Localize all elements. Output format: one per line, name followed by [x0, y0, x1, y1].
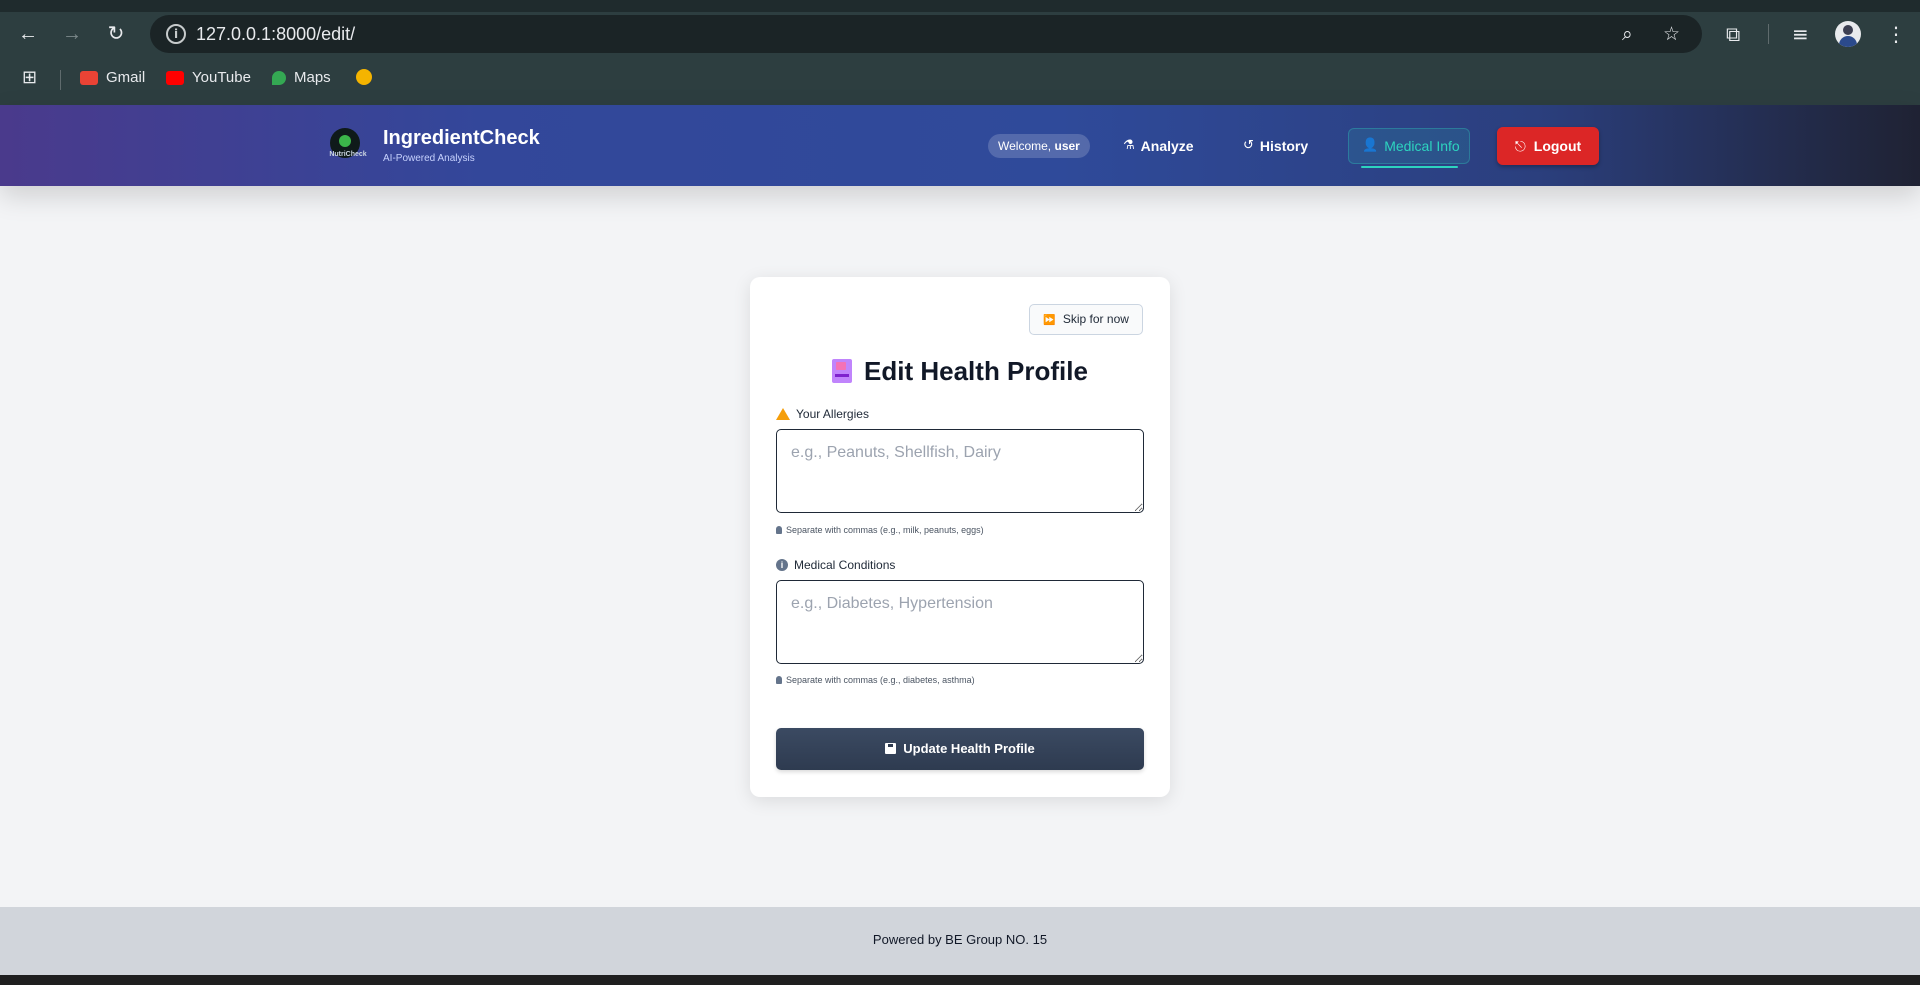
nav-history[interactable]: ↺ History	[1243, 133, 1308, 159]
info-icon: i	[776, 559, 788, 571]
conditions-hint: Separate with commas (e.g., diabetes, as…	[776, 675, 975, 685]
site-info-icon[interactable]: i	[166, 24, 186, 44]
welcome-badge: Welcome, user	[988, 134, 1090, 158]
bookmark-extra[interactable]	[356, 69, 372, 85]
logout-button[interactable]: ⎋ Logout	[1497, 127, 1599, 165]
tab-strip	[0, 0, 1920, 12]
browser-chrome: ← → ↻ i 127.0.0.1:8000/edit/ ⌕ ☆ ⧉ ≡ ⋮ ⊞…	[0, 0, 1920, 105]
bookmarks-bar: ⊞ Gmail YouTube Maps	[0, 64, 1920, 94]
conditions-input[interactable]	[776, 580, 1144, 664]
bookmark-label: YouTube	[192, 69, 251, 86]
skip-button[interactable]: ⏩ Skip for now	[1029, 304, 1143, 335]
bookmark-label: Maps	[294, 69, 331, 86]
warning-icon	[776, 408, 790, 420]
bookmark-gmail[interactable]: Gmail	[80, 69, 145, 86]
nav-active-underline	[1361, 166, 1458, 168]
bookmark-favicon-icon	[356, 69, 372, 85]
nav-medical-info-label: Medical Info	[1384, 138, 1460, 154]
nav-analyze[interactable]: ⚗ Analyze	[1123, 133, 1194, 159]
media-control-icon[interactable]: ≡	[1792, 22, 1809, 46]
youtube-icon	[166, 70, 184, 85]
nav-history-label: History	[1259, 138, 1309, 154]
user-md-icon: 👤	[1362, 138, 1379, 153]
bookmark-divider	[60, 70, 61, 90]
allergies-label: Your Allergies	[776, 407, 869, 421]
footer-text: Powered by BE Group NO. 15	[872, 932, 1048, 947]
skip-label: Skip for now	[1062, 312, 1129, 326]
bookmark-label: Gmail	[106, 69, 146, 86]
update-profile-label: Update Health Profile	[903, 741, 1035, 756]
nav-medical-info[interactable]: 👤 Medical Info	[1362, 133, 1460, 159]
page-title: Edit Health Profile	[750, 356, 1170, 387]
page-title-text: Edit Health Profile	[864, 356, 1088, 386]
browser-menu-icon[interactable]: ⋮	[1886, 22, 1906, 46]
logo-text: NutriCheck	[329, 151, 367, 158]
apps-grid-icon[interactable]: ⊞	[22, 67, 37, 88]
conditions-label: i Medical Conditions	[776, 558, 895, 572]
brand-title[interactable]: IngredientCheck	[383, 127, 540, 150]
sign-out-icon: ⎋	[1514, 139, 1526, 155]
url-text[interactable]: 127.0.0.1:8000/edit/	[196, 24, 355, 45]
maps-icon	[272, 70, 286, 85]
address-bar[interactable]: i 127.0.0.1:8000/edit/ ⌕ ☆	[150, 15, 1702, 53]
history-icon: ↺	[1243, 138, 1254, 153]
logout-label: Logout	[1533, 138, 1582, 154]
health-profile-card: ⏩ Skip for now Edit Health Profile Your …	[750, 277, 1170, 797]
bookmark-maps[interactable]: Maps	[272, 69, 331, 86]
nav-analyze-label: Analyze	[1140, 138, 1194, 154]
bookmark-star-icon[interactable]: ☆	[1663, 24, 1680, 44]
fast-forward-icon: ⏩	[1043, 315, 1056, 326]
allergies-hint: Separate with commas (e.g., milk, peanut…	[776, 525, 984, 535]
page-footer: Powered by BE Group NO. 15	[0, 907, 1920, 975]
gmail-icon	[80, 70, 98, 85]
forward-icon[interactable]: →	[58, 20, 86, 48]
brand-subtitle: AI-Powered Analysis	[383, 153, 475, 164]
medical-file-icon	[832, 359, 853, 383]
extensions-icon[interactable]: ⧉	[1726, 22, 1740, 46]
welcome-prefix: Welcome,	[998, 139, 1052, 153]
lightbulb-icon	[776, 526, 782, 534]
reload-icon[interactable]: ↻	[102, 20, 130, 48]
profile-avatar[interactable]	[1835, 21, 1861, 47]
back-icon[interactable]: ←	[14, 20, 42, 48]
microscope-icon: ⚗	[1123, 138, 1135, 153]
taskbar-edge	[0, 975, 1920, 985]
app-header: NutriCheck IngredientCheck AI-Powered An…	[0, 105, 1920, 186]
zoom-icon[interactable]: ⌕	[1622, 24, 1633, 44]
allergies-hint-text: Separate with commas (e.g., milk, peanut…	[786, 525, 984, 535]
lightbulb-icon	[776, 676, 782, 684]
update-profile-button[interactable]: Update Health Profile	[776, 728, 1144, 770]
conditions-label-text: Medical Conditions	[794, 558, 896, 572]
welcome-username: user	[1054, 139, 1080, 153]
allergies-input[interactable]	[776, 429, 1144, 513]
save-icon	[885, 743, 897, 754]
conditions-hint-text: Separate with commas (e.g., diabetes, as…	[786, 675, 975, 685]
toolbar-divider	[1768, 24, 1769, 44]
bookmark-youtube[interactable]: YouTube	[166, 69, 251, 86]
allergies-label-text: Your Allergies	[796, 407, 869, 421]
